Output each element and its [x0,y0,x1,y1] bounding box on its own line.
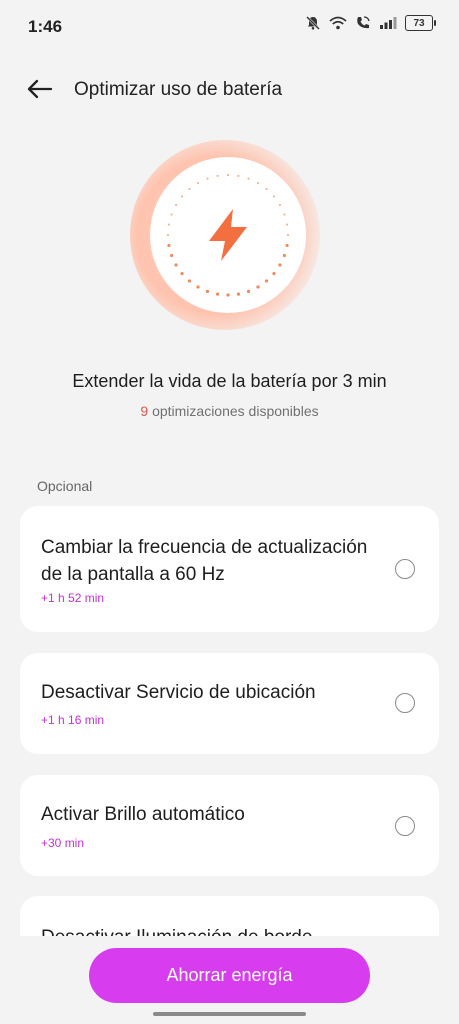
option-card-location[interactable]: Desactivar Servicio de ubicación +1 h 16… [20,653,439,754]
progress-dot [187,279,192,283]
status-time: 1:46 [28,17,63,36]
arrow-left-icon [27,79,53,99]
progress-dot [247,177,250,180]
progress-dot [167,223,171,226]
status-icons: 73 [305,15,436,31]
progress-dot [226,173,230,177]
option-title: Activar Brillo automático [41,804,245,825]
progress-dot [226,293,230,297]
progress-dot [170,213,173,216]
save-energy-button[interactable]: Ahorrar energía [89,948,370,1003]
optimization-count: 9 [140,403,149,419]
progress-dot [167,243,171,248]
progress-dot [285,243,289,248]
progress-dot [265,187,268,191]
progress-dot [205,289,210,293]
progress-dot [170,253,174,258]
option-gain: +1 h 16 min [41,713,105,727]
progress-dot [237,174,240,178]
progress-dot [188,187,191,191]
option-radio[interactable] [395,693,415,713]
wifi-call-icon [355,15,371,31]
progress-dot [206,177,209,180]
progress-dot [174,263,178,267]
progress-dot [215,292,220,296]
option-card-refresh-rate[interactable]: Cambiar la frecuencia de actualización d… [20,506,439,632]
optimization-count-label: optimizaciones disponibles [152,403,319,419]
app-header: Optimizar uso de batería [0,68,459,112]
progress-dot [283,213,286,216]
back-button[interactable] [22,74,58,104]
option-card-auto-brightness[interactable]: Activar Brillo automático +30 min [20,775,439,876]
page-title: Optimizar uso de batería [74,79,283,100]
progress-dot [180,271,184,276]
progress-dot [174,203,178,207]
progress-dot [246,289,251,293]
lightning-bolt-icon [209,209,247,261]
progress-dot [272,271,276,276]
progress-dot [278,203,282,207]
progress-dot [282,253,286,258]
option-radio[interactable] [395,816,415,836]
hero-subtitle: 9 optimizaciones disponibles [0,403,459,419]
battery-icon: 73 [405,15,436,31]
option-radio[interactable] [395,559,415,579]
progress-dot [196,181,200,185]
progress-dot [272,195,276,198]
option-title: Desactivar Servicio de ubicación [41,682,316,703]
wifi-icon [329,16,347,30]
status-bar: 1:46 73 [0,0,459,52]
hero-title: Extender la vida de la batería por 3 min [72,371,387,391]
progress-dot [180,195,184,198]
progress-dot [256,181,260,185]
progress-dot [286,233,290,237]
option-title: Cambiar la frecuencia de actualización d… [41,537,368,585]
battery-optimization-graphic [130,140,330,340]
option-gain: +30 min [41,836,85,850]
progress-dot [216,174,219,178]
option-card-edge-lighting[interactable]: Desactivar Iluminación de borde [20,896,439,936]
progress-dot [196,285,200,289]
section-label: Opcional [37,478,93,494]
progress-dot [264,279,269,283]
hero-circle [150,157,306,313]
signal-icon [379,16,397,30]
progress-dot [278,263,282,267]
bell-off-icon [305,15,321,31]
option-title: Desactivar Iluminación de borde [41,924,312,936]
progress-dot [166,233,170,237]
progress-dot [236,292,241,296]
progress-dot [256,285,260,289]
home-indicator[interactable] [153,1012,306,1016]
progress-dot [285,223,289,226]
option-gain: +1 h 52 min [41,591,105,605]
